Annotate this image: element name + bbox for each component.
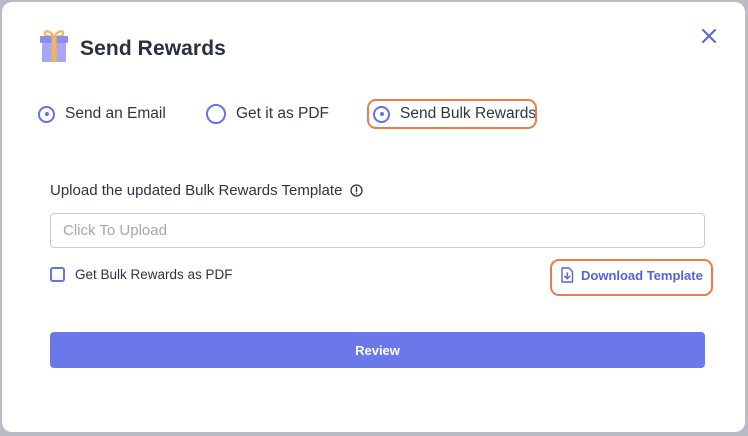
dialog-title: Send Rewards: [80, 37, 226, 60]
bulk-pdf-checkbox[interactable]: [50, 267, 65, 282]
upload-input[interactable]: [50, 213, 705, 248]
review-button-label: Review: [355, 342, 400, 358]
bulk-pdf-label: Get Bulk Rewards as PDF: [75, 267, 233, 282]
gift-icon: [40, 30, 68, 62]
send-rewards-dialog: Send Rewards Send an Email Get it as PDF…: [2, 2, 745, 432]
close-icon[interactable]: [698, 25, 720, 47]
radio-send-email[interactable]: Send an Email: [38, 101, 166, 127]
highlight-download-template: [550, 259, 713, 296]
radio-label: Get it as PDF: [236, 105, 330, 122]
radio-button[interactable]: [206, 104, 226, 124]
radio-label: Send an Email: [65, 105, 166, 122]
radio-get-pdf[interactable]: Get it as PDF: [206, 101, 329, 127]
upload-label-text: Upload the updated Bulk Rewards Template: [50, 182, 343, 199]
info-icon[interactable]: [350, 184, 364, 197]
bulk-pdf-option[interactable]: Get Bulk Rewards as PDF: [50, 267, 233, 282]
radio-button[interactable]: [38, 105, 55, 123]
review-button[interactable]: Review: [50, 332, 705, 368]
upload-label: Upload the updated Bulk Rewards Template: [50, 182, 364, 199]
highlight-send-bulk: [367, 99, 537, 129]
